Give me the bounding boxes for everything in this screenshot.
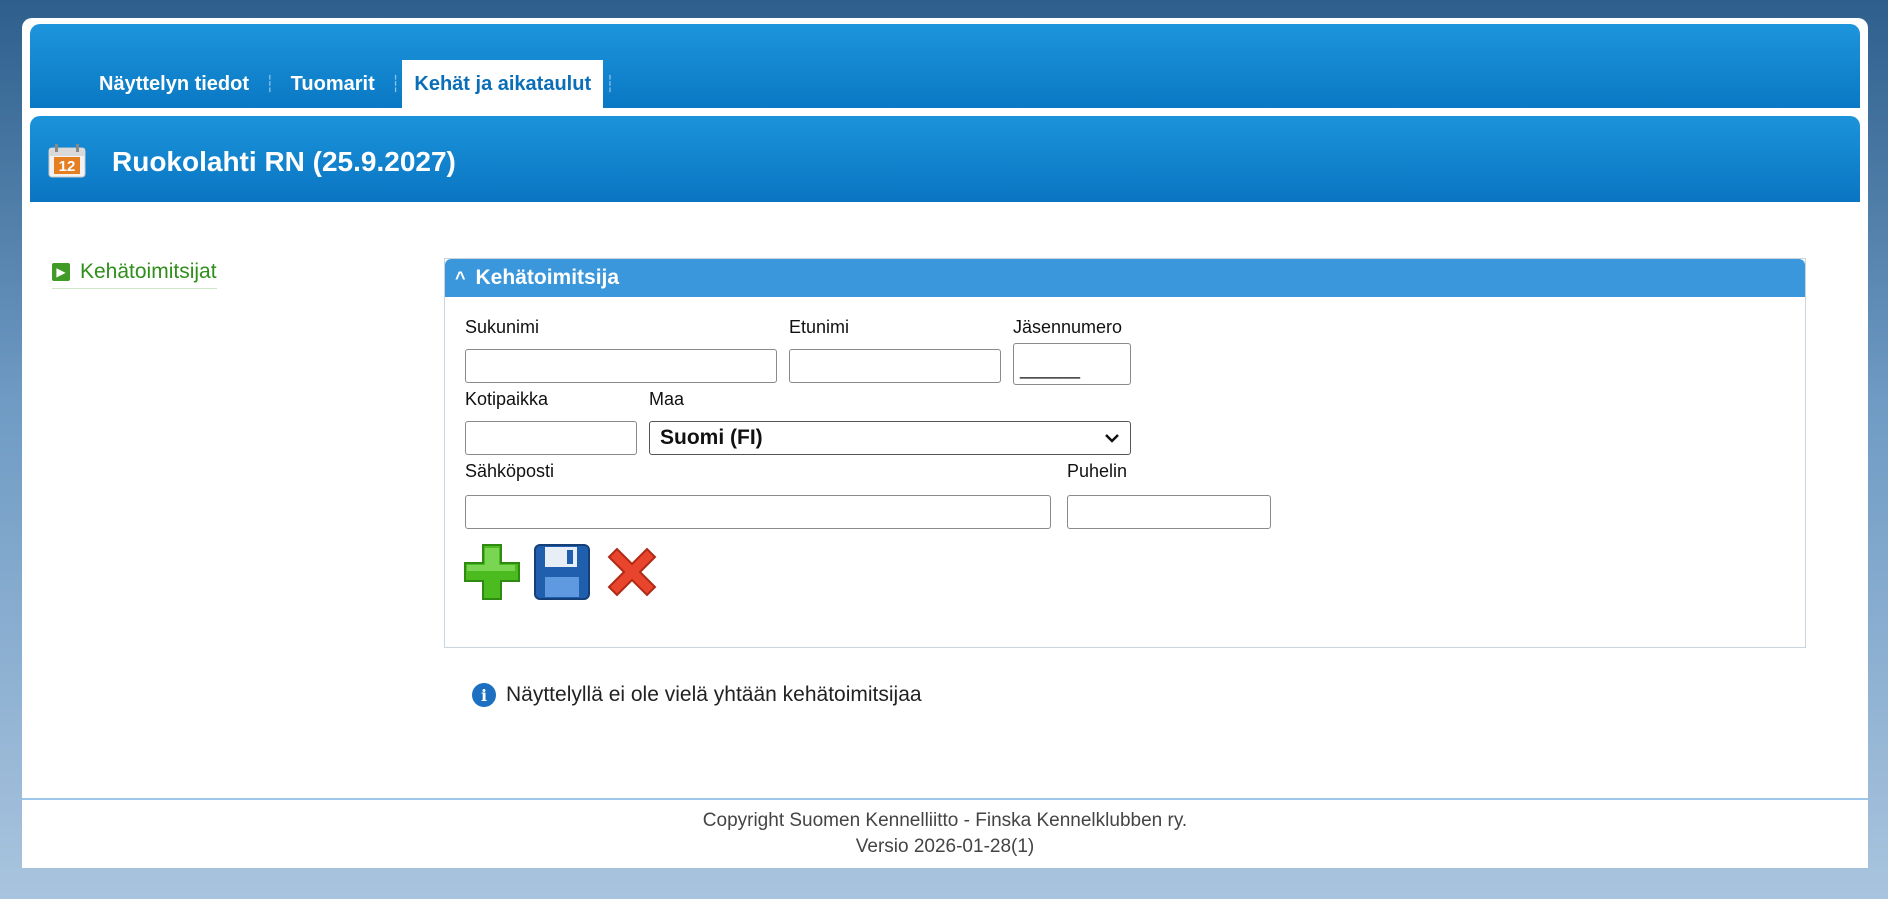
- add-icon[interactable]: [463, 543, 521, 601]
- chevron-up-icon: ^: [455, 267, 466, 288]
- puhelin-label: Puhelin: [1067, 461, 1128, 481]
- sukunimi-input[interactable]: [465, 349, 777, 383]
- sidebar-item-label: Kehätoimitsijat: [80, 260, 217, 283]
- kotipaikka-label: Kotipaikka: [465, 389, 549, 409]
- panel-header[interactable]: ^ Kehätoimitsija: [445, 259, 1805, 297]
- sukunimi-label: Sukunimi: [465, 317, 540, 337]
- tab-separator: ┆: [265, 76, 275, 93]
- sidebar-item-kehatoimitsijat[interactable]: ▶ Kehätoimitsijat: [52, 260, 217, 289]
- save-icon[interactable]: [533, 543, 591, 601]
- tab-kehat-ja-aikataulut[interactable]: Kehät ja aikataulut: [402, 60, 604, 108]
- footer-version: Versio 2026-01-28(1): [855, 836, 1035, 857]
- chevron-right-icon: ▶: [52, 263, 70, 281]
- footer-divider: [22, 798, 1868, 800]
- info-text: Näyttelyllä ei ole vielä yhtään kehätoim…: [506, 683, 922, 706]
- footer: Copyright Suomen Kennelliitto - Finska K…: [22, 808, 1868, 860]
- calendar-icon: 12: [48, 144, 86, 178]
- etunimi-input[interactable]: [789, 349, 1001, 383]
- page-title: Ruokolahti RN (25.9.2027): [112, 146, 456, 177]
- jasennumero-input[interactable]: ______: [1013, 343, 1131, 385]
- panel-title: Kehätoimitsija: [475, 266, 620, 289]
- sahkoposti-input[interactable]: [465, 495, 1051, 529]
- kehatoimitsija-panel: ^ Kehätoimitsija Sukunimi Etunimi Jäsenn…: [444, 258, 1806, 648]
- sahkoposti-label: Sähköposti: [465, 461, 555, 481]
- calendar-icon-number: 12: [59, 158, 76, 175]
- tab-separator: ┆: [390, 76, 401, 93]
- tabs: Näyttelyn tiedot ┆ Tuomarit ┆ Kehät ja a…: [85, 60, 617, 108]
- puhelin-input[interactable]: [1067, 495, 1271, 529]
- delete-icon[interactable]: [603, 543, 661, 601]
- maa-select[interactable]: Suomi (FI): [649, 421, 1131, 455]
- maa-selected-value: Suomi (FI): [660, 426, 763, 449]
- jasennumero-label: Jäsennumero: [1013, 317, 1123, 337]
- footer-copyright: Copyright Suomen Kennelliitto - Finska K…: [702, 810, 1188, 831]
- tab-separator: ┆: [605, 76, 615, 93]
- tab-bar: Näyttelyn tiedot ┆ Tuomarit ┆ Kehät ja a…: [30, 24, 1860, 108]
- kotipaikka-input[interactable]: [465, 421, 637, 455]
- info-icon: i: [472, 683, 496, 707]
- page-container: Näyttelyn tiedot ┆ Tuomarit ┆ Kehät ja a…: [22, 18, 1868, 868]
- chevron-down-icon: [1105, 434, 1119, 443]
- info-message: i Näyttelyllä ei ole vielä yhtään kehäto…: [472, 683, 922, 707]
- title-bar: 12 Ruokolahti RN (25.9.2027): [30, 116, 1860, 202]
- tab-nayttelyn-tiedot[interactable]: Näyttelyn tiedot: [85, 60, 263, 108]
- etunimi-label: Etunimi: [789, 317, 850, 337]
- maa-label: Maa: [649, 389, 685, 409]
- tab-tuomarit[interactable]: Tuomarit: [277, 60, 389, 108]
